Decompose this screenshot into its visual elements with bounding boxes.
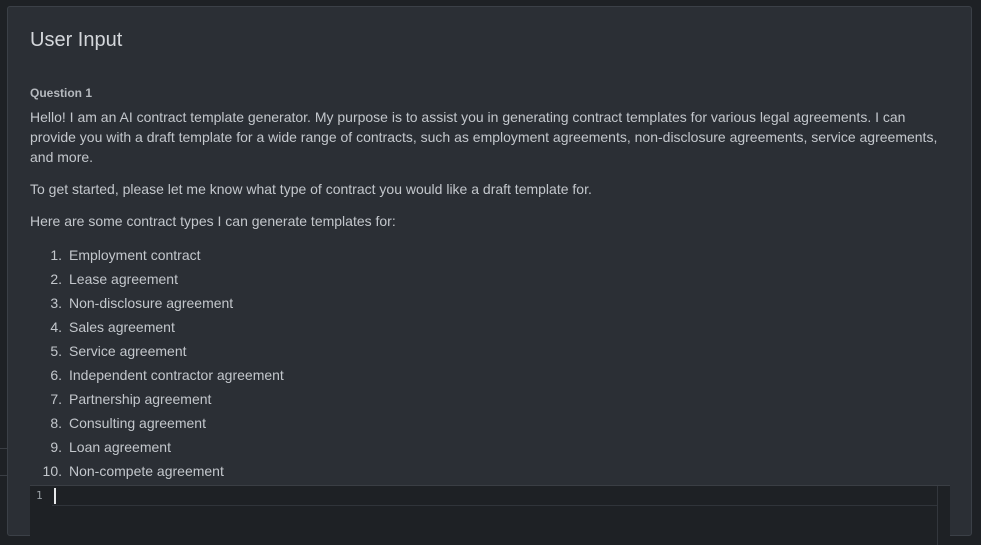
list-item-number: 7. bbox=[50, 391, 62, 407]
list-item-number: 4. bbox=[50, 319, 62, 335]
list-intro-paragraph: Here are some contract types I can gener… bbox=[30, 213, 396, 229]
list-item: 10. Non-compete agreement bbox=[30, 459, 950, 483]
list-item: 1. Employment contract bbox=[30, 243, 950, 267]
list-item: 9. Loan agreement bbox=[30, 435, 950, 459]
list-item-label: Service agreement bbox=[69, 343, 187, 359]
list-item: 7. Partnership agreement bbox=[30, 387, 950, 411]
list-item-label: Lease agreement bbox=[69, 271, 178, 287]
contract-type-list: 1. Employment contract 2. Lease agreement … bbox=[30, 243, 950, 483]
list-item-number: 9. bbox=[50, 439, 62, 455]
list-item-number: 8. bbox=[50, 415, 62, 431]
list-item: 4. Sales agreement bbox=[30, 315, 950, 339]
editor-scrollbar[interactable] bbox=[937, 486, 950, 545]
instruction-paragraph: To get started, please let me know what … bbox=[30, 181, 592, 197]
line-number: 1 bbox=[36, 489, 43, 502]
list-item-number: 6. bbox=[50, 367, 62, 383]
list-item-number: 2. bbox=[50, 271, 62, 287]
active-line-highlight bbox=[52, 487, 938, 506]
question-content: Question 1 Hello! I am an AI contract te… bbox=[30, 85, 950, 483]
list-item: 8. Consulting agreement bbox=[30, 411, 950, 435]
list-item-number: 5. bbox=[50, 343, 62, 359]
user-input-panel: User Input Question 1 Hello! I am an AI … bbox=[7, 6, 972, 545]
answer-code-editor[interactable]: 1 bbox=[30, 485, 950, 545]
list-item: 6. Independent contractor agreement bbox=[30, 363, 950, 387]
list-item-label: Non-disclosure agreement bbox=[69, 295, 234, 311]
list-item-number: 1. bbox=[50, 247, 62, 263]
list-item-label: Independent contractor agreement bbox=[69, 367, 284, 383]
list-item-label: Sales agreement bbox=[69, 319, 175, 335]
list-item-label: Non-compete agreement bbox=[69, 463, 224, 479]
text-cursor bbox=[54, 488, 56, 504]
question-label: Question 1 bbox=[30, 86, 93, 100]
list-item-label: Partnership agreement bbox=[69, 391, 212, 407]
list-item: 3. Non-disclosure agreement bbox=[30, 291, 950, 315]
list-item: 2. Lease agreement bbox=[30, 267, 950, 291]
list-item-label: Consulting agreement bbox=[69, 415, 206, 431]
intro-paragraph: Hello! I am an AI contract template gene… bbox=[30, 109, 938, 165]
list-item-label: Loan agreement bbox=[69, 439, 171, 455]
list-item-number: 3. bbox=[50, 295, 62, 311]
panel-title: User Input bbox=[30, 29, 123, 51]
list-item-number: 10. bbox=[42, 463, 62, 479]
list-item-label: Employment contract bbox=[69, 247, 201, 263]
list-item: 5. Service agreement bbox=[30, 339, 950, 363]
